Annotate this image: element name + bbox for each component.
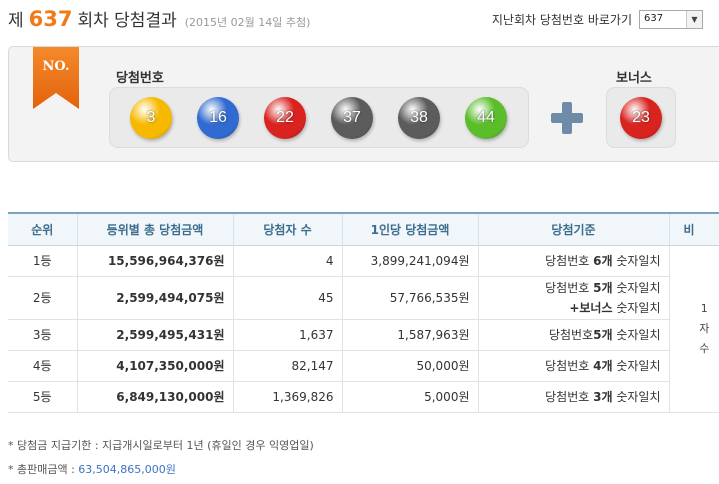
table-row: 4등 4,107,350,000원 82,147 50,000원 당첨번호 4개…: [8, 350, 719, 382]
round-jump-label: 지난회차 당첨번호 바로가기: [491, 13, 632, 27]
header-winner-count: 당첨자 수: [233, 212, 343, 246]
ribbon-icon: [33, 47, 79, 109]
winner-count-cell: 1,369,826: [233, 381, 343, 413]
round-select[interactable]: 637 ▼: [639, 10, 703, 29]
total-prize-cell: 2,599,495,431원: [77, 319, 234, 351]
title-prefix: 제: [8, 11, 24, 31]
winner-count-cell: 45: [233, 276, 343, 320]
page-title: 제 637 회차 당첨결과 (2015년 02월 14일 추첨): [8, 6, 310, 36]
prize-per-person-cell: 1,587,963원: [342, 319, 479, 351]
round-number: 637: [28, 7, 73, 31]
prize-per-person-cell: 50,000원: [342, 350, 479, 382]
notes: * 당첨금 지급기한 : 지급개시일로부터 1년 (휴일인 경우 익영업일) *…: [8, 434, 314, 482]
bonus-label: 보너스: [616, 71, 652, 86]
number-ball-6: 44: [465, 97, 507, 139]
no-badge-label: NO.: [42, 59, 70, 74]
results-table: 순위 등위별 총 당첨금액 당첨자 수 1인당 당첨금액 당첨기준 비 1등 1…: [8, 212, 719, 413]
criteria-cell: 당첨번호 6개 숫자일치: [478, 245, 670, 277]
chevron-down-icon[interactable]: ▼: [686, 11, 702, 28]
number-ball-1: 3: [130, 97, 172, 139]
header-prize-per-person: 1인당 당첨금액: [342, 212, 479, 246]
round-select-value: 637: [644, 13, 664, 24]
total-sales-note: * 총판매금액 : 63,504,865,000원: [8, 463, 176, 476]
winning-numbers-label: 당첨번호: [116, 71, 164, 86]
total-prize-cell: 6,849,130,000원: [77, 381, 234, 413]
table-row: 5등 6,849,130,000원 1,369,826 5,000원 당첨번호 …: [8, 381, 719, 413]
header-criteria: 당첨기준: [478, 212, 670, 246]
total-prize-cell: 4,107,350,000원: [77, 350, 234, 382]
bonus-number-box: 23: [606, 87, 676, 148]
title-suffix: 회차 당첨결과: [77, 11, 177, 31]
payout-deadline-note: * 당첨금 지급기한 : 지급개시일로부터 1년 (휴일인 경우 익영업일): [8, 439, 314, 452]
number-ball-2: 16: [197, 97, 239, 139]
total-prize-cell: 15,596,964,376원: [77, 245, 234, 277]
rank-cell: 3등: [8, 319, 78, 351]
header-rank: 순위: [8, 212, 78, 246]
header-total-prize: 등위별 총 당첨금액: [77, 212, 234, 246]
number-ball-3: 22: [264, 97, 306, 139]
criteria-cell: 당첨번호 5개 숫자일치 +보너스 숫자일치: [478, 276, 670, 320]
winner-count-cell: 4: [233, 245, 343, 277]
total-prize-cell: 2,599,494,075원: [77, 276, 234, 320]
table-header-row: 순위 등위별 총 당첨금액 당첨자 수 1인당 당첨금액 당첨기준 비: [8, 212, 719, 246]
rank-cell: 4등: [8, 350, 78, 382]
round-jump: 지난회차 당첨번호 바로가기 637 ▼: [492, 10, 703, 29]
rank-cell: 2등: [8, 276, 78, 320]
winning-numbers-box: 3 16 22 37 38 44: [109, 87, 529, 148]
table-row: 1등 15,596,964,376원 4 3,899,241,094원 당첨번호…: [8, 245, 719, 413]
winner-count-cell: 1,637: [233, 319, 343, 351]
rank-cell: 5등: [8, 381, 78, 413]
prize-per-person-cell: 5,000원: [342, 381, 479, 413]
plus-icon: [551, 102, 583, 134]
winner-count-cell: 82,147: [233, 350, 343, 382]
table-row: 3등 2,599,495,431원 1,637 1,587,963원 당첨번호5…: [8, 319, 719, 351]
table-row: 2등 2,599,494,075원 45 57,766,535원 당첨번호 5개…: [8, 276, 719, 320]
prize-per-person-cell: 3,899,241,094원: [342, 245, 479, 277]
number-ball-5: 38: [398, 97, 440, 139]
draw-date: (2015년 02월 14일 추첨): [184, 16, 311, 29]
no-badge: NO.: [33, 47, 79, 109]
prize-per-person-cell: 57,766,535원: [342, 276, 479, 320]
winning-panel: NO. 당첨번호 보너스 3 16 22 37 38 44 23: [8, 46, 719, 162]
bonus-ball: 23: [620, 97, 662, 139]
number-ball-4: 37: [331, 97, 373, 139]
criteria-cell: 당첨번호5개 숫자일치: [478, 319, 670, 351]
total-sales-amount: 63,504,865,000원: [78, 463, 176, 476]
criteria-cell: 당첨번호 4개 숫자일치: [478, 350, 670, 382]
rank-cell: 1등: [8, 245, 78, 277]
header-remarks: 비: [669, 212, 719, 246]
remarks-cell: 1 자 수: [669, 245, 719, 413]
criteria-cell: 당첨번호 3개 숫자일치: [478, 381, 670, 413]
